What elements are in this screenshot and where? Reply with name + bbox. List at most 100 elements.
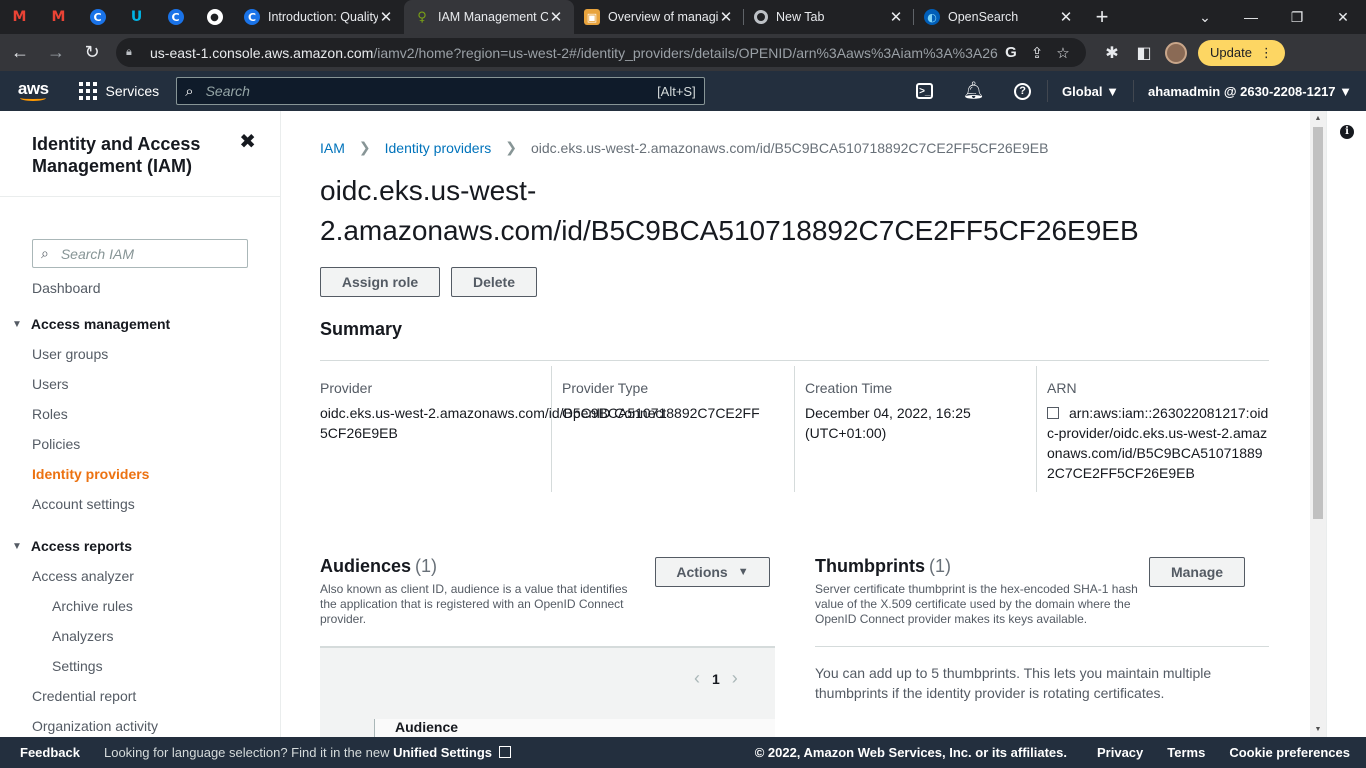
account-menu[interactable]: ahamadmin @ 2630-2208-1217 ▼: [1134, 84, 1366, 99]
side-panel-icon[interactable]: ◧: [1128, 37, 1160, 69]
tab-search-icon[interactable]: ⌄: [1182, 0, 1228, 34]
google-icon[interactable]: G: [998, 44, 1024, 61]
feedback-link[interactable]: Feedback: [0, 745, 80, 760]
sidebar-item-analyzers[interactable]: Analyzers: [0, 621, 280, 651]
new-tab-button[interactable]: +: [1084, 0, 1120, 34]
sidebar-item-roles[interactable]: Roles: [0, 399, 280, 429]
privacy-link[interactable]: Privacy: [1097, 745, 1143, 760]
restore-icon[interactable]: ❐: [1274, 0, 1320, 34]
cloudshell-icon[interactable]: >_: [900, 71, 949, 111]
scroll-up-icon[interactable]: ▲: [1310, 115, 1326, 122]
chevron-right-icon[interactable]: ›: [732, 668, 738, 689]
close-tab-icon[interactable]: ✕: [548, 8, 564, 26]
sidebar-item-users[interactable]: Users: [0, 369, 280, 399]
c-app-icon: C: [167, 9, 184, 25]
sidebar-item-identity-providers[interactable]: Identity providers: [0, 459, 280, 489]
thumbprints-heading: Thumbprints (1): [815, 556, 951, 576]
sidebar-item-user-groups[interactable]: User groups: [0, 339, 280, 369]
breadcrumb-iam[interactable]: IAM: [320, 140, 345, 156]
close-tab-icon[interactable]: ✕: [378, 8, 394, 26]
tab-opensearch[interactable]: ◐ OpenSearch ✕: [914, 0, 1084, 34]
pinned-tab-gmail[interactable]: M: [0, 0, 39, 34]
scroll-down-icon[interactable]: ▼: [1310, 726, 1326, 733]
close-window-icon[interactable]: ✕: [1320, 0, 1366, 34]
aws-search-input[interactable]: ⌕ Search [Alt+S]: [176, 77, 705, 105]
help-icon[interactable]: ?: [998, 71, 1047, 111]
sidebar-item-access-analyzer[interactable]: Access analyzer: [0, 561, 280, 591]
copyright: © 2022, Amazon Web Services, Inc. or its…: [754, 745, 1067, 760]
info-icon[interactable]: i: [1340, 125, 1354, 139]
pinned-tab-github[interactable]: ●: [195, 0, 234, 34]
sidebar-title: Identity and Access Management (IAM) ✖: [0, 111, 280, 197]
services-menu[interactable]: Services: [67, 71, 172, 111]
close-tab-icon[interactable]: ✕: [888, 8, 904, 26]
column-header-audience[interactable]: Audience: [374, 719, 775, 737]
sidebar-item-credential-report[interactable]: Credential report: [0, 681, 280, 711]
pinned-tab-c[interactable]: C: [78, 0, 117, 34]
search-iam-input[interactable]: ⌕ Search IAM: [32, 239, 248, 268]
share-icon[interactable]: ⇪: [1024, 44, 1050, 62]
pinned-tab-gmail-2[interactable]: M: [39, 0, 78, 34]
reload-icon[interactable]: ↻: [76, 37, 108, 69]
bookmark-star-icon[interactable]: ☆: [1050, 44, 1076, 62]
terms-link[interactable]: Terms: [1167, 745, 1205, 760]
sidebar-item-settings[interactable]: Settings: [0, 651, 280, 681]
tab-iam-management[interactable]: ♀ IAM Management C ✕: [404, 0, 574, 34]
more-icon: ⋮: [1259, 44, 1273, 60]
sidebar-section-access-reports[interactable]: ▼ Access reports: [0, 531, 280, 561]
back-icon[interactable]: ←: [4, 37, 36, 69]
sidebar-section-access-management[interactable]: ▼ Access management: [0, 309, 280, 339]
summary-provider: Provider oidc.eks.us-west-2.amazonaws.co…: [320, 380, 760, 441]
pinned-tab-u[interactable]: U: [117, 0, 156, 34]
sidebar-item-account-settings[interactable]: Account settings: [0, 489, 280, 519]
actions-dropdown[interactable]: Actions ▼: [655, 557, 770, 587]
aws-box-icon: ▣: [584, 9, 600, 25]
iam-sidebar: Identity and Access Management (IAM) ✖ ⌕…: [0, 111, 281, 737]
page-number[interactable]: 1: [712, 671, 720, 687]
caret-down-icon: ▼: [12, 318, 22, 330]
notifications-bell-icon[interactable]: 🔔︎: [949, 71, 998, 111]
unified-settings-link[interactable]: Unified Settings: [393, 745, 492, 760]
sidebar-item-organization-activity[interactable]: Organization activity: [0, 711, 280, 737]
sidebar-item-policies[interactable]: Policies: [0, 429, 280, 459]
sidebar-item-archive-rules[interactable]: Archive rules: [0, 591, 280, 621]
gmail-icon: M: [51, 9, 66, 25]
aws-logo[interactable]: aws: [0, 71, 67, 111]
aws-console-nav: aws Services ⌕ Search [Alt+S] >_ 🔔︎ ? Gl…: [0, 71, 1366, 111]
chevron-left-icon[interactable]: ‹: [694, 668, 700, 689]
breadcrumb-identity-providers[interactable]: Identity providers: [385, 140, 492, 156]
c-app-icon: C: [89, 9, 106, 25]
summary-provider-type: Provider Type OpenID Connect: [551, 366, 793, 492]
audiences-heading: Audiences (1): [320, 556, 438, 576]
region-selector[interactable]: Global ▼: [1048, 84, 1133, 99]
close-tab-icon[interactable]: ✕: [718, 8, 734, 26]
forward-icon[interactable]: →: [40, 37, 72, 69]
search-icon: ⌕: [185, 82, 194, 100]
minimize-icon[interactable]: —: [1228, 0, 1274, 34]
manage-button[interactable]: Manage: [1149, 557, 1245, 587]
pagination: ‹ 1 ›: [682, 668, 750, 689]
delete-button[interactable]: Delete: [451, 267, 537, 297]
scrollbar-thumb[interactable]: [1313, 127, 1323, 519]
pinned-tab-c-2[interactable]: C: [156, 0, 195, 34]
cookie-preferences-link[interactable]: Cookie preferences: [1229, 745, 1350, 760]
aws-iam-icon: ♀: [417, 9, 427, 25]
close-tab-icon[interactable]: ✕: [1058, 8, 1074, 26]
lock-icon[interactable]: 🔒︎: [126, 46, 140, 59]
profile-avatar[interactable]: [1165, 41, 1187, 64]
chevron-right-icon: ❯: [358, 139, 371, 155]
scrollbar[interactable]: ▲ ▼: [1310, 111, 1326, 737]
update-button[interactable]: Update ⋮: [1198, 39, 1285, 66]
browser-toolbar: ← → ↻ 🔒︎ us-east-1.console.aws.amazon.co…: [0, 34, 1366, 71]
console-footer: Feedback Looking for language selection?…: [0, 737, 1366, 768]
tab-new-tab[interactable]: New Tab ✕: [744, 0, 914, 34]
tab-overview-managed[interactable]: ▣ Overview of managi ✕: [574, 0, 744, 34]
tab-introduction-quality[interactable]: C Introduction: Quality ✕: [234, 0, 404, 34]
assign-role-button[interactable]: Assign role: [320, 267, 440, 297]
copy-icon[interactable]: [1047, 407, 1059, 419]
sidebar-item-dashboard[interactable]: Dashboard: [0, 273, 280, 303]
close-icon[interactable]: ✖: [239, 131, 256, 153]
address-bar[interactable]: 🔒︎ us-east-1.console.aws.amazon.com/iamv…: [116, 38, 1086, 67]
extensions-icon[interactable]: ✱: [1096, 37, 1128, 69]
summary-creation-time: Creation Time December 04, 2022, 16:25 (…: [794, 366, 1036, 492]
